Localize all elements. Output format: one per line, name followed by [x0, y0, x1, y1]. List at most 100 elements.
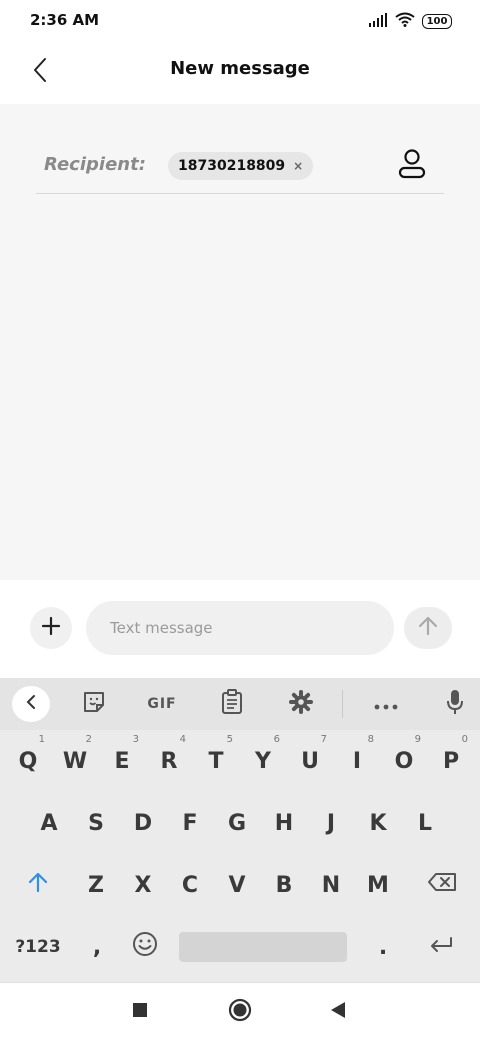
microphone-icon: [446, 689, 464, 719]
key-r[interactable]: R4: [146, 730, 192, 792]
key-m[interactable]: M: [355, 854, 401, 916]
key-row-1: Q1 W2 E3 R4 T5 Y6 U7 I8 O9 P0: [0, 730, 480, 792]
app-header: New message: [0, 40, 480, 104]
soft-keyboard: G I F Q 1 W 2 E 3 R 4 T 5 Y 6 U 7 I 8 O 9 …: [0, 678, 480, 982]
key-y[interactable]: Y6: [240, 730, 286, 792]
smiley-icon: [132, 931, 158, 963]
keyboard-settings-button[interactable]: [285, 686, 317, 722]
page-title: New message: [170, 58, 310, 79]
key-hint: 6: [273, 734, 280, 745]
message-input[interactable]: [86, 601, 394, 655]
key-e[interactable]: E3: [99, 730, 145, 792]
key-hint: 9: [414, 734, 421, 745]
key-row-3: Z X C V B N M: [0, 854, 480, 916]
chevron-left-icon: [26, 694, 36, 714]
comma-key[interactable]: ,: [74, 916, 120, 978]
person-icon: [398, 149, 426, 183]
back-nav-button[interactable]: [320, 995, 356, 1029]
more-horizontal-icon: [374, 695, 398, 714]
keyboard-toolbar: GIF: [0, 678, 480, 730]
key-c[interactable]: C: [167, 854, 213, 916]
key-i[interactable]: I8: [334, 730, 380, 792]
key-label: U: [301, 748, 319, 774]
emoji-key[interactable]: [122, 916, 168, 978]
clipboard-button[interactable]: [216, 686, 248, 722]
system-nav-bar: [0, 982, 480, 1040]
key-g[interactable]: G: [214, 792, 260, 854]
key-o[interactable]: O9: [381, 730, 427, 792]
recipient-row: Recipient: 18730218809 ×: [36, 144, 444, 194]
home-button[interactable]: [222, 995, 258, 1029]
home-circle-icon: [228, 998, 252, 1026]
gif-button[interactable]: GIF: [142, 686, 182, 722]
key-h[interactable]: H: [261, 792, 307, 854]
key-n[interactable]: N: [308, 854, 354, 916]
sticker-icon: [82, 690, 106, 718]
sticker-button[interactable]: [78, 686, 110, 722]
key-k[interactable]: K: [355, 792, 401, 854]
key-f[interactable]: F: [167, 792, 213, 854]
signal-icon: [368, 12, 388, 31]
key-d[interactable]: D: [120, 792, 166, 854]
add-contact-button[interactable]: [394, 148, 430, 184]
key-hint: 1: [38, 734, 45, 745]
shift-arrow-icon: [28, 871, 48, 899]
key-label: Y: [255, 748, 271, 774]
key-u[interactable]: U7: [287, 730, 333, 792]
voice-input-button[interactable]: [440, 686, 470, 722]
enter-key[interactable]: [416, 916, 466, 978]
key-p[interactable]: P0: [428, 730, 474, 792]
symbols-key[interactable]: ?123: [8, 916, 68, 978]
key-v[interactable]: V: [214, 854, 260, 916]
status-bar: 2:36 AM 100: [0, 0, 480, 40]
compose-bar: [0, 580, 480, 678]
square-icon: [132, 1002, 148, 1022]
conversation-area: Recipient: 18730218809 ×: [0, 104, 480, 580]
recents-button[interactable]: [122, 995, 158, 1029]
key-hint: 3: [132, 734, 139, 745]
key-b[interactable]: B: [261, 854, 307, 916]
send-button[interactable]: [404, 607, 452, 649]
key-label: Q: [18, 748, 38, 774]
key-row-4: ?123 , .: [0, 916, 480, 978]
key-hint: 2: [85, 734, 92, 745]
key-x[interactable]: X: [120, 854, 166, 916]
key-label: E: [114, 748, 130, 774]
period-key[interactable]: .: [360, 916, 406, 978]
add-attachment-button[interactable]: [30, 607, 72, 649]
key-label: W: [62, 748, 88, 774]
keyboard-collapse-button[interactable]: [12, 686, 50, 722]
key-j[interactable]: J: [308, 792, 354, 854]
more-options-button[interactable]: [370, 686, 402, 722]
key-row-2: A S D F G H J K L: [0, 792, 480, 854]
wifi-icon: [395, 12, 415, 31]
key-hint: 0: [461, 734, 468, 745]
recipient-chip[interactable]: 18730218809 ×: [168, 152, 314, 180]
key-hint: 8: [367, 734, 374, 745]
gear-icon: [289, 690, 313, 718]
key-hint: 5: [226, 734, 233, 745]
key-w[interactable]: W2: [52, 730, 98, 792]
backspace-key[interactable]: [414, 854, 470, 916]
arrow-up-icon: [417, 615, 439, 641]
key-t[interactable]: T5: [193, 730, 239, 792]
key-label: P: [442, 748, 460, 774]
shift-key[interactable]: [10, 854, 66, 916]
chip-remove-button[interactable]: ×: [293, 159, 303, 173]
status-time: 2:36 AM: [30, 11, 100, 29]
key-label: I: [352, 748, 362, 774]
clipboard-icon: [221, 689, 243, 719]
recipient-label: Recipient:: [44, 154, 146, 175]
key-z[interactable]: Z: [73, 854, 119, 916]
key-a[interactable]: A: [26, 792, 72, 854]
key-q[interactable]: Q1: [5, 730, 51, 792]
status-icons: 100: [368, 12, 452, 31]
key-label: O: [394, 748, 414, 774]
key-l[interactable]: L: [402, 792, 448, 854]
key-label: T: [208, 748, 224, 774]
toolbar-divider: [342, 690, 343, 718]
key-s[interactable]: S: [73, 792, 119, 854]
space-key[interactable]: [179, 932, 347, 962]
key-hint: 7: [320, 734, 327, 745]
recipient-number: 18730218809: [178, 158, 286, 174]
